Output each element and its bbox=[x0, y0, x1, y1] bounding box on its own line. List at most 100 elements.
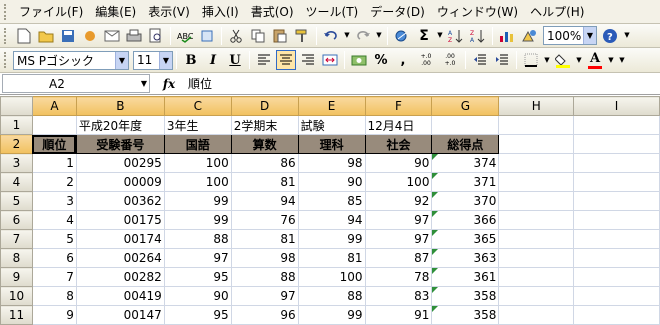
undo-dropdown-icon[interactable]: ▼ bbox=[343, 26, 351, 46]
percent-button[interactable]: % bbox=[371, 50, 391, 70]
decrease-indent-icon[interactable] bbox=[470, 50, 490, 70]
cell[interactable]: 90 bbox=[364, 153, 433, 173]
cell[interactable]: 00264 bbox=[75, 248, 165, 268]
cell[interactable]: 97 bbox=[364, 210, 433, 230]
chart-wizard-icon[interactable] bbox=[497, 26, 517, 46]
cell[interactable]: 100 bbox=[163, 153, 232, 173]
format-painter-icon[interactable] bbox=[292, 26, 312, 46]
cell[interactable]: 370 bbox=[431, 191, 500, 211]
cell[interactable]: 78 bbox=[364, 267, 433, 287]
drawing-icon[interactable] bbox=[519, 26, 539, 46]
cell[interactable]: 6 bbox=[31, 248, 77, 268]
cell[interactable]: 365 bbox=[431, 229, 500, 249]
cell[interactable]: 81 bbox=[230, 229, 299, 249]
zoom-select[interactable]: 100% ▼ bbox=[543, 26, 597, 45]
merge-center-icon[interactable] bbox=[320, 50, 340, 70]
cell[interactable] bbox=[498, 210, 575, 230]
menu-view[interactable]: 表示(V) bbox=[142, 1, 196, 23]
cell[interactable]: 00419 bbox=[75, 286, 165, 306]
redo-icon[interactable] bbox=[353, 26, 373, 46]
cell[interactable]: 366 bbox=[431, 210, 500, 230]
header-cell[interactable]: 国語 bbox=[163, 134, 232, 154]
cell[interactable]: 94 bbox=[297, 210, 366, 230]
row-header[interactable]: 11 bbox=[0, 305, 33, 325]
cell[interactable]: 83 bbox=[364, 286, 433, 306]
column-header-a[interactable]: A bbox=[31, 96, 77, 116]
cell[interactable]: 5 bbox=[31, 229, 77, 249]
select-all-corner[interactable] bbox=[0, 96, 33, 116]
row-header[interactable]: 10 bbox=[0, 286, 33, 306]
redo-dropdown-icon[interactable]: ▼ bbox=[375, 26, 383, 46]
column-header-b[interactable]: B bbox=[75, 96, 165, 116]
menu-tools[interactable]: ツール(T) bbox=[300, 1, 365, 23]
cell[interactable] bbox=[498, 115, 575, 135]
cell[interactable]: 358 bbox=[431, 305, 500, 325]
column-header-c[interactable]: C bbox=[163, 96, 232, 116]
permission-icon[interactable] bbox=[80, 26, 100, 46]
cell[interactable]: 99 bbox=[163, 191, 232, 211]
toolbar-grip[interactable] bbox=[4, 27, 7, 44]
cell[interactable]: 358 bbox=[431, 286, 500, 306]
undo-icon[interactable] bbox=[321, 26, 341, 46]
cell[interactable]: 試験 bbox=[297, 115, 366, 135]
cell[interactable]: 86 bbox=[230, 153, 299, 173]
cell[interactable] bbox=[573, 115, 660, 135]
menu-window[interactable]: ウィンドウ(W) bbox=[431, 1, 524, 23]
save-icon[interactable] bbox=[58, 26, 78, 46]
currency-icon[interactable] bbox=[349, 50, 369, 70]
toolbar-grip[interactable] bbox=[4, 52, 7, 68]
sort-ascending-icon[interactable]: AZ bbox=[446, 26, 466, 46]
cell[interactable] bbox=[573, 286, 660, 306]
header-cell[interactable]: 受験番号 bbox=[75, 134, 165, 154]
row-header[interactable]: 2 bbox=[0, 134, 33, 154]
copy-icon[interactable] bbox=[248, 26, 268, 46]
cell[interactable]: 00362 bbox=[75, 191, 165, 211]
cell[interactable]: 88 bbox=[163, 229, 232, 249]
menu-data[interactable]: データ(D) bbox=[364, 1, 431, 23]
fill-color-dropdown-icon[interactable]: ▼ bbox=[575, 50, 583, 70]
cell[interactable] bbox=[498, 229, 575, 249]
cell[interactable]: 7 bbox=[31, 267, 77, 287]
row-header[interactable]: 7 bbox=[0, 229, 33, 249]
cell[interactable]: 1 bbox=[31, 153, 77, 173]
row-header[interactable]: 4 bbox=[0, 172, 33, 192]
formula-content[interactable]: 順位 bbox=[182, 75, 212, 92]
cell[interactable]: 98 bbox=[297, 153, 366, 173]
cell[interactable]: 87 bbox=[364, 248, 433, 268]
open-folder-icon[interactable] bbox=[36, 26, 56, 46]
insert-function-icon[interactable]: fx bbox=[156, 77, 182, 91]
cell[interactable] bbox=[498, 191, 575, 211]
cell[interactable]: 88 bbox=[230, 267, 299, 287]
email-icon[interactable] bbox=[102, 26, 122, 46]
cell[interactable] bbox=[573, 210, 660, 230]
comma-style-button[interactable]: , bbox=[393, 50, 413, 70]
row-header[interactable]: 3 bbox=[0, 153, 33, 173]
column-header-e[interactable]: E bbox=[297, 96, 366, 116]
font-color-icon[interactable]: A bbox=[585, 50, 605, 70]
cell[interactable] bbox=[573, 134, 660, 154]
cell[interactable]: 96 bbox=[230, 305, 299, 325]
cell[interactable] bbox=[431, 115, 500, 135]
cell[interactable]: 100 bbox=[297, 267, 366, 287]
cell[interactable]: 8 bbox=[31, 286, 77, 306]
cell[interactable]: 100 bbox=[163, 172, 232, 192]
header-cell[interactable]: 理科 bbox=[297, 134, 366, 154]
row-header[interactable]: 8 bbox=[0, 248, 33, 268]
borders-icon[interactable] bbox=[521, 50, 541, 70]
menu-insert[interactable]: 挿入(I) bbox=[196, 1, 245, 23]
print-preview-icon[interactable] bbox=[146, 26, 166, 46]
menu-grip[interactable] bbox=[4, 3, 7, 20]
paste-icon[interactable] bbox=[270, 26, 290, 46]
fill-color-icon[interactable] bbox=[553, 50, 573, 70]
toolbar-options-icon[interactable]: ▼ bbox=[617, 50, 627, 70]
font-name-select[interactable]: MS Pゴシック ▼ bbox=[13, 50, 129, 70]
row-header[interactable]: 6 bbox=[0, 210, 33, 230]
font-size-select[interactable]: 11 ▼ bbox=[133, 50, 173, 70]
cell[interactable]: 76 bbox=[230, 210, 299, 230]
cell[interactable]: 90 bbox=[297, 172, 366, 192]
cell[interactable]: 97 bbox=[163, 248, 232, 268]
autosum-icon[interactable]: Σ bbox=[414, 26, 434, 46]
cell[interactable]: 00147 bbox=[75, 305, 165, 325]
cell[interactable]: 00174 bbox=[75, 229, 165, 249]
menu-help[interactable]: ヘルプ(H) bbox=[524, 1, 590, 23]
